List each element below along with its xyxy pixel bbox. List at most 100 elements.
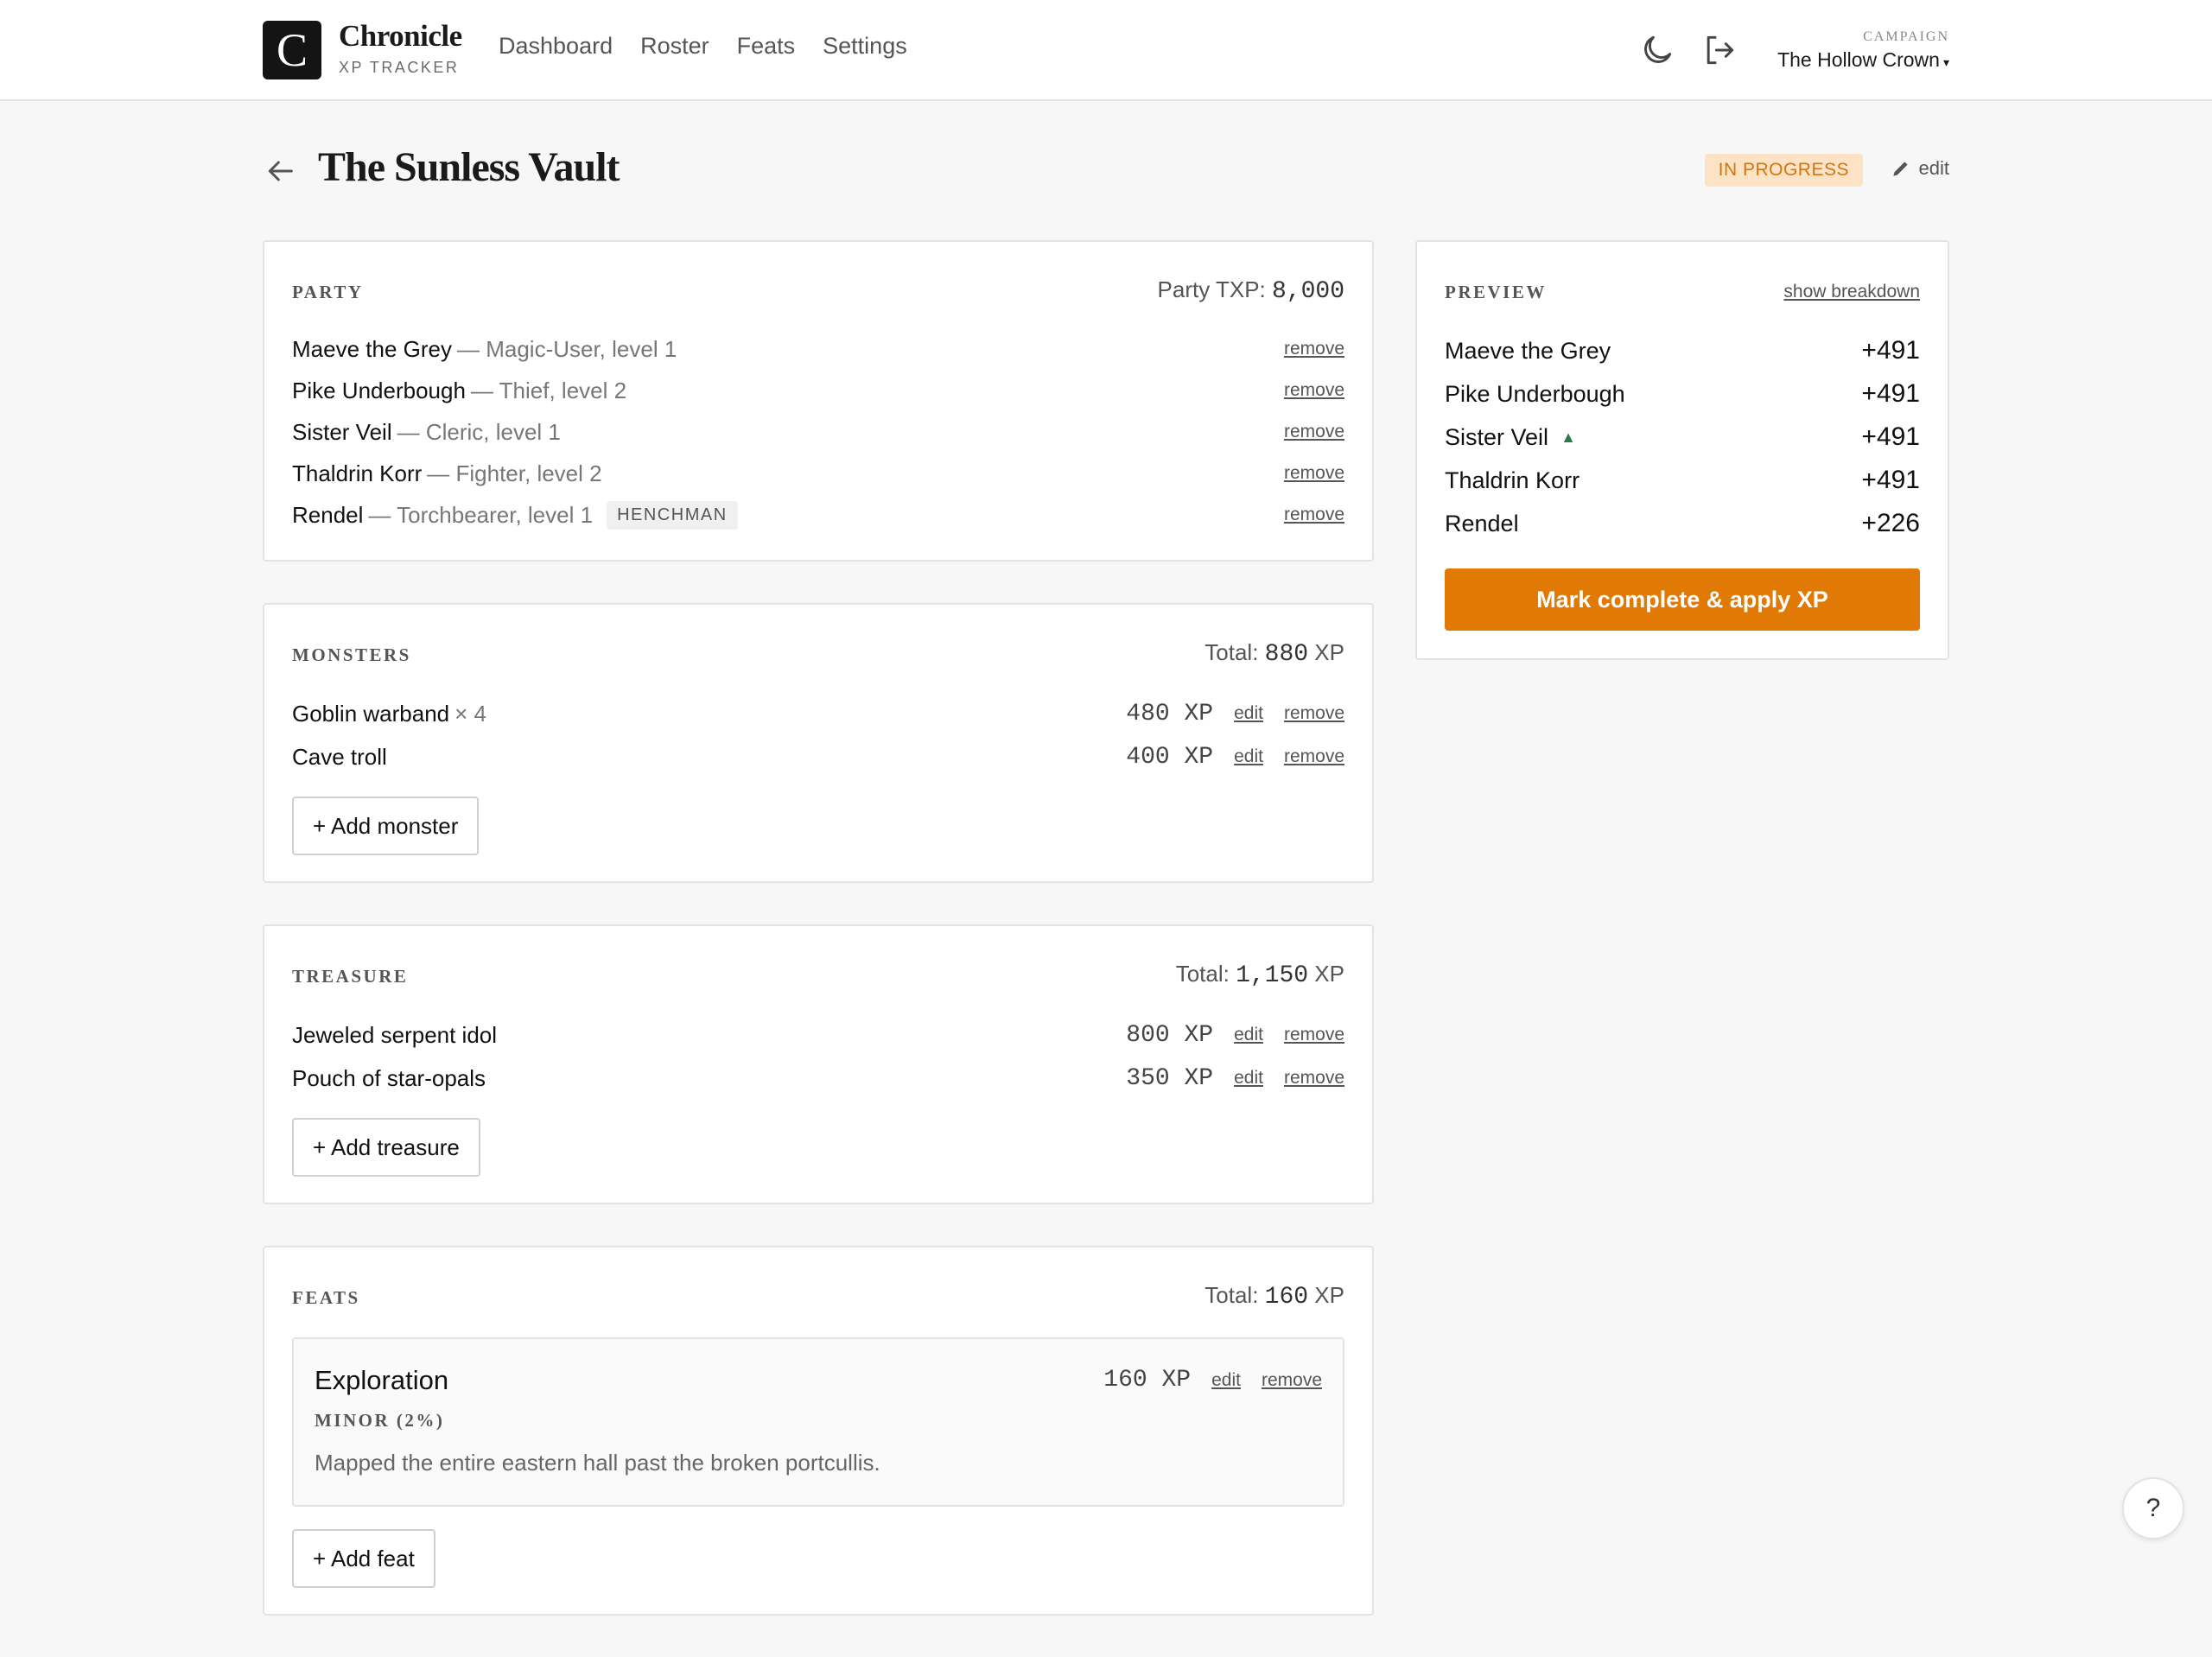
party-member-row: Pike Underbough — Thief, level 2 remove [292,373,1344,408]
pencil-icon [1892,162,1908,176]
member-desc: — Cleric, level 1 [397,418,561,445]
feat-item: Exploration MINOR (2%) Mapped the entire… [292,1337,1344,1507]
edit-title-button[interactable]: edit [1890,157,1949,180]
treasure-total-value: 1,150 [1236,962,1309,989]
member-name: Maeve the Grey [292,335,452,362]
caret-down-icon: ▾ [1942,55,1949,69]
brand-name[interactable]: Chronicle [339,19,462,54]
remove-member-button[interactable]: remove [1284,380,1344,401]
page-title: The Sunless Vault [318,144,620,190]
feat-description: Mapped the entire eastern hall past the … [315,1450,880,1476]
feats-title: FEATS [292,1287,360,1308]
feats-card: FEATS Total: 160 XP Exploration MINOR (2… [263,1246,1374,1616]
top-bar: C Chronicle XP TRACKER Dashboard Roster … [0,0,2212,101]
remove-member-button[interactable]: remove [1284,505,1344,525]
main-nav: Dashboard Roster Feats Settings [499,33,907,60]
help-button[interactable]: ? [2122,1477,2184,1540]
member-desc: — Thief, level 2 [470,377,627,403]
party-card: PARTY Party TXP: 8,000 Maeve the Grey — … [263,240,1374,562]
monster-qty: × 4 [454,700,486,727]
preview-row: Pike Underbough +491 [1445,377,1920,411]
treasure-row: Jeweled serpent idol 800 XP edit remove [292,1018,1344,1052]
feats-total: Total: 160 XP [1205,1282,1344,1311]
back-arrow-icon[interactable] [263,154,297,188]
edit-treasure-button[interactable]: edit [1234,1068,1263,1089]
treasure-card: TREASURE Total: 1,150 XP Jeweled serpent… [263,924,1374,1204]
treasure-title: TREASURE [292,966,409,987]
member-name: Sister Veil [292,418,392,445]
logo-mark[interactable]: C [263,21,321,79]
preview-name: Sister Veil [1445,423,1549,450]
apply-xp-button[interactable]: Mark complete & apply XP [1445,568,1920,631]
preview-xp: +491 [1861,422,1920,451]
preview-row: Sister Veil ▲ +491 [1445,420,1920,454]
monster-row: Cave troll 400 XP edit remove [292,740,1344,774]
nav-dashboard[interactable]: Dashboard [499,33,613,60]
remove-treasure-button[interactable]: remove [1284,1025,1344,1045]
treasure-xp: 350 XP [1126,1064,1214,1092]
feat-xp: 160 XP [1103,1367,1192,1394]
feats-total-label: Total: [1205,1282,1265,1308]
nav-feats[interactable]: Feats [737,33,796,60]
preview-name: Maeve the Grey [1445,337,1611,364]
campaign-label: CAMPAIGN [1863,29,1949,44]
feat-actions: 160 XP edit remove [1103,1367,1322,1394]
moon-icon[interactable] [1638,31,1676,69]
preview-xp: +491 [1861,466,1920,494]
preview-row: Maeve the Grey +491 [1445,333,1920,368]
party-txp-label: Party TXP: [1157,276,1272,302]
monsters-total: Total: 880 XP [1205,639,1344,668]
preview-xp: +226 [1861,509,1920,537]
party-member-row: Thaldrin Korr — Fighter, level 2 remove [292,456,1344,491]
logout-icon[interactable] [1700,31,1738,69]
campaign-name: The Hollow Crown [1777,48,1940,71]
add-monster-button[interactable]: + Add monster [292,797,480,855]
party-title: PARTY [292,282,364,302]
party-member-row: Rendel — Torchbearer, level 1 HENCHMAN r… [292,498,1344,532]
monsters-title: MONSTERS [292,644,411,665]
member-name: Rendel [292,501,364,528]
edit-feat-button[interactable]: edit [1211,1370,1241,1391]
henchman-tag: HENCHMAN [607,500,738,530]
treasure-total-label: Total: [1175,961,1236,987]
remove-treasure-button[interactable]: remove [1284,1068,1344,1089]
monsters-total-label: Total: [1205,639,1265,665]
preview-card: PREVIEW show breakdown Maeve the Grey +4… [1415,240,1949,660]
monsters-total-unit: XP [1308,639,1344,665]
add-treasure-button[interactable]: + Add treasure [292,1118,480,1177]
campaign-selector[interactable]: The Hollow Crown ▾ [1777,48,1949,72]
member-desc: — Fighter, level 2 [427,460,602,486]
edit-treasure-button[interactable]: edit [1234,1025,1263,1045]
remove-monster-button[interactable]: remove [1284,703,1344,724]
show-breakdown-link[interactable]: show breakdown [1783,282,1920,302]
party-member-row: Sister Veil — Cleric, level 1 remove [292,415,1344,449]
preview-row: Thaldrin Korr +491 [1445,463,1920,498]
preview-name: Thaldrin Korr [1445,467,1580,493]
member-name: Pike Underbough [292,377,466,403]
monster-row: Goblin warband × 4 480 XP edit remove [292,696,1344,731]
monster-xp: 400 XP [1126,743,1214,771]
party-txp-value: 8,000 [1271,278,1344,305]
monster-xp: 480 XP [1126,700,1214,727]
level-up-icon: ▲ [1560,428,1576,446]
remove-member-button[interactable]: remove [1284,463,1344,484]
edit-monster-button[interactable]: edit [1234,703,1263,724]
treasure-xp: 800 XP [1126,1021,1214,1049]
treasure-row: Pouch of star-opals 350 XP edit remove [292,1061,1344,1095]
preview-name: Rendel [1445,510,1519,536]
nav-roster[interactable]: Roster [640,33,709,60]
remove-member-button[interactable]: remove [1284,339,1344,359]
remove-feat-button[interactable]: remove [1262,1370,1322,1391]
member-name: Thaldrin Korr [292,460,423,486]
remove-member-button[interactable]: remove [1284,422,1344,442]
nav-settings[interactable]: Settings [823,33,907,60]
monster-name: Cave troll [292,743,387,770]
edit-monster-button[interactable]: edit [1234,746,1263,767]
brand-subtitle: XP TRACKER [339,59,460,76]
monsters-total-value: 880 [1264,641,1309,668]
treasure-total-unit: XP [1308,961,1344,987]
add-feat-button[interactable]: + Add feat [292,1529,435,1588]
preview-title: PREVIEW [1445,282,1547,302]
feats-total-value: 160 [1264,1284,1309,1311]
remove-monster-button[interactable]: remove [1284,746,1344,767]
